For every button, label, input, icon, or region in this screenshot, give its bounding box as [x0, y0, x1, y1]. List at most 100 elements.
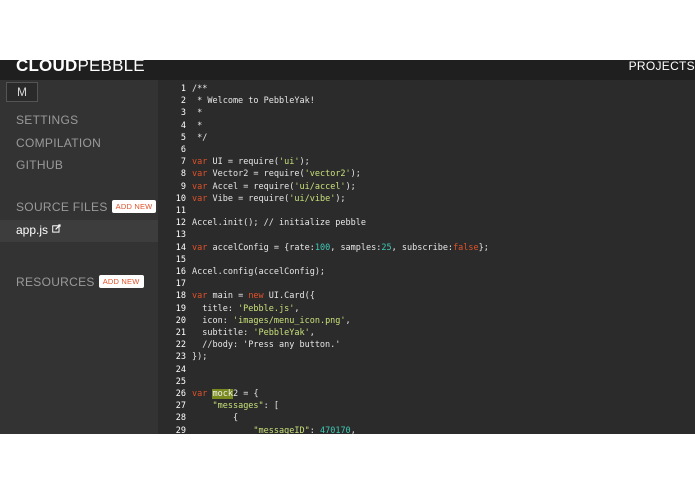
- code-line[interactable]: 20 icon: 'images/menu_icon.png',: [158, 315, 695, 327]
- code-token: //body: 'Press any button.': [192, 340, 341, 351]
- code-line[interactable]: 11: [158, 205, 695, 217]
- file-item-app-js[interactable]: app.js: [0, 220, 158, 242]
- code-token: * Welcome to PebbleYak!: [192, 96, 315, 107]
- code-line[interactable]: 21 subtitle: 'PebbleYak',: [158, 327, 695, 339]
- code-line[interactable]: 19 title: 'Pebble.js',: [158, 303, 695, 315]
- code-line[interactable]: 5 */: [158, 132, 695, 144]
- code-line[interactable]: 29 "messageID": 470170,: [158, 425, 695, 434]
- code-line[interactable]: 3 *: [158, 107, 695, 119]
- code-token: );: [345, 181, 356, 192]
- code-token: ,: [294, 303, 300, 314]
- code-token: accelConfig = {rate:: [212, 242, 315, 253]
- projects-link[interactable]: PROJECTS: [629, 60, 695, 74]
- line-number: 9: [180, 181, 186, 192]
- code-line[interactable]: 26 var mock2 = {: [158, 388, 695, 400]
- code-token: );: [299, 157, 310, 168]
- code-token: *: [192, 108, 203, 119]
- code-token: ,: [345, 315, 351, 326]
- edit-icon[interactable]: [52, 222, 61, 236]
- code-line[interactable]: 25: [158, 376, 695, 388]
- line-number: 2: [180, 96, 186, 107]
- code-line[interactable]: 12 Accel.init(); // initialize pebble: [158, 217, 695, 229]
- code-line[interactable]: 7 var UI = require('ui');: [158, 156, 695, 168]
- line-number: 13: [175, 230, 186, 241]
- code-token: UI.Card({: [268, 291, 315, 302]
- line-number: 12: [175, 218, 186, 229]
- code-token: Vector2 = require(: [212, 169, 305, 180]
- code-token: {: [192, 413, 239, 424]
- file-name-label: app.js: [16, 223, 49, 237]
- code-token: Accel = require(: [212, 181, 295, 192]
- code-text: *: [192, 120, 202, 132]
- code-token: title:: [192, 303, 239, 314]
- code-line[interactable]: 17: [158, 278, 695, 290]
- line-number: 23: [175, 352, 186, 363]
- code-line[interactable]: 18 var main = new UI.Card({: [158, 290, 695, 302]
- source-files-section: SOURCE FILES ADD NEW: [16, 200, 157, 214]
- code-token: 'images/menu_icon.png': [232, 315, 346, 326]
- code-line[interactable]: 1 /**: [158, 83, 695, 95]
- code-line[interactable]: 28 {: [158, 412, 695, 424]
- logo-cloud: CLOUD: [16, 60, 78, 75]
- line-number: 22: [175, 340, 186, 351]
- code-text: Accel.init(); // initialize pebble: [192, 217, 366, 229]
- code-text: subtitle: 'PebbleYak',: [192, 327, 315, 339]
- code-line[interactable]: 6: [158, 144, 695, 156]
- code-token: Vibe = require(: [212, 193, 290, 204]
- code-token: var: [192, 193, 213, 204]
- line-number: 20: [175, 315, 186, 326]
- line-number: 21: [175, 328, 186, 338]
- code-token: 'PebbleYak': [253, 328, 310, 338]
- code-editor[interactable]: 1/** 2 * Welcome to PebbleYak! 3 * 4 * 5 */6…: [158, 80, 695, 434]
- logo[interactable]: CLOUDPEBBLE: [16, 60, 145, 77]
- add-resource-button[interactable]: ADD NEW: [98, 275, 144, 289]
- code-line[interactable]: 16 Accel.config(accelConfig);: [158, 266, 695, 278]
- code-token: UI = require(: [212, 157, 280, 168]
- nav-compilation[interactable]: COMPILATION: [16, 136, 101, 150]
- code-token: var: [192, 157, 213, 168]
- code-token: "messages": [212, 401, 264, 412]
- code-line[interactable]: 8 var Vector2 = require('vector2');: [158, 168, 695, 180]
- code-line[interactable]: 2 * Welcome to PebbleYak!: [158, 95, 695, 107]
- code-token: 'ui': [279, 157, 300, 168]
- code-token: var: [192, 389, 213, 399]
- nav-github[interactable]: GITHUB: [16, 158, 63, 172]
- code-line[interactable]: 9 var Accel = require('ui/accel');: [158, 181, 695, 193]
- code-line[interactable]: 4 *: [158, 120, 695, 132]
- code-line[interactable]: 15: [158, 254, 695, 266]
- code-line[interactable]: 23});: [158, 351, 695, 363]
- code-line[interactable]: 10 var Vibe = require('ui/vibe');: [158, 193, 695, 205]
- top-bar: CLOUDPEBBLE PROJECTS: [0, 60, 695, 80]
- code-line[interactable]: 13: [158, 229, 695, 241]
- code-line[interactable]: 22 //body: 'Press any button.': [158, 339, 695, 351]
- code-token: 'vector2': [304, 169, 351, 180]
- code-token: );: [335, 193, 346, 204]
- code-text: var UI = require('ui');: [192, 156, 310, 168]
- line-number: 8: [180, 169, 186, 180]
- code-token: var: [192, 181, 213, 192]
- code-line[interactable]: 14 var accelConfig = {rate:100, samples:2…: [158, 242, 695, 254]
- code-text: {: [192, 412, 238, 424]
- code-token: , subscribe:: [391, 242, 454, 253]
- line-number: 28: [175, 413, 186, 424]
- code-token: :: [309, 425, 320, 434]
- line-number: 18: [175, 291, 186, 302]
- code-line[interactable]: 27 "messages": [: [158, 400, 695, 412]
- add-source-file-button[interactable]: ADD NEW: [111, 200, 157, 214]
- line-number: 3: [180, 108, 186, 119]
- code-token: };: [478, 242, 489, 253]
- code-text: Accel.config(accelConfig);: [192, 266, 325, 278]
- line-number: 16: [175, 267, 186, 277]
- code-line[interactable]: 24: [158, 364, 695, 376]
- code-token: 2 = {: [232, 389, 259, 399]
- menu-button[interactable]: M: [6, 82, 38, 102]
- code-text: //body: 'Press any button.': [192, 339, 340, 351]
- code-text: * Welcome to PebbleYak!: [192, 95, 315, 107]
- line-number: 25: [175, 376, 186, 387]
- code-token: /**: [192, 84, 208, 94]
- line-number: 17: [175, 279, 186, 290]
- code-token: });: [192, 352, 208, 363]
- nav-settings[interactable]: SETTINGS: [16, 113, 78, 127]
